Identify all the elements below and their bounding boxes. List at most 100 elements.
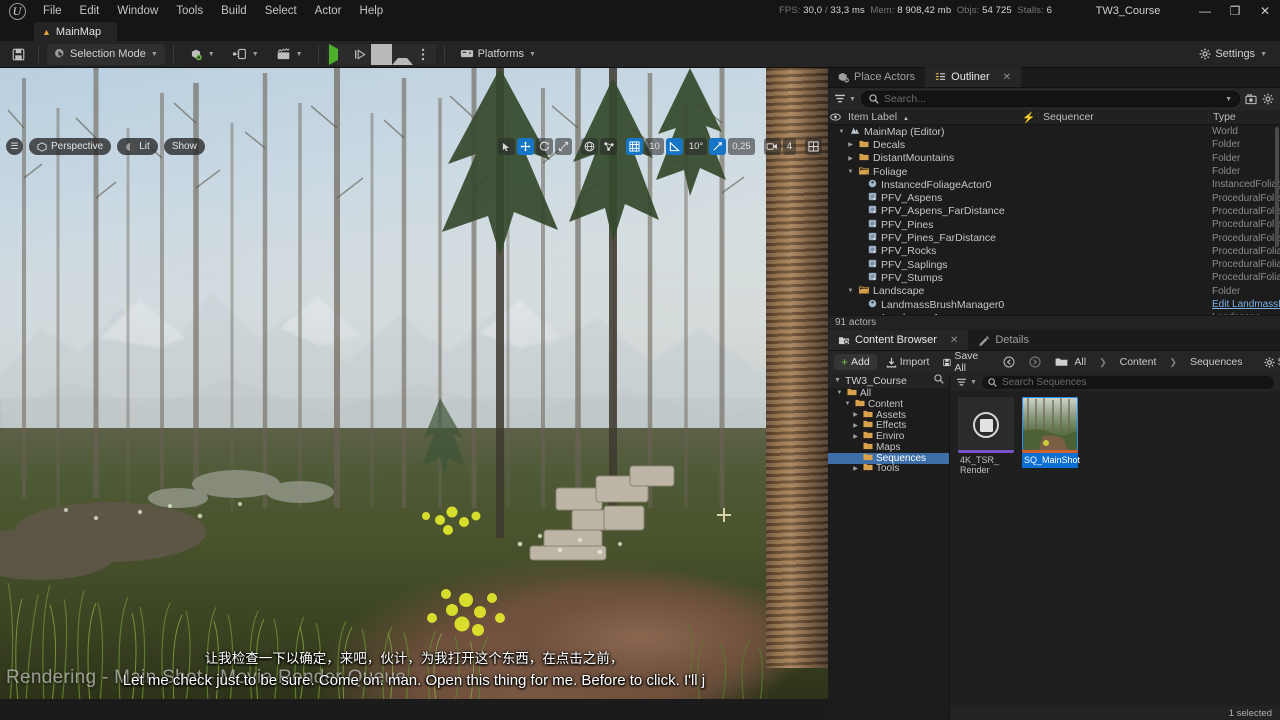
outliner-row[interactable]: InstancedFoliageActor0 InstancedFoliag [828, 178, 1280, 191]
save-all-button[interactable]: Save All [938, 350, 986, 374]
source-tree-item[interactable]: ▼ Content [828, 399, 949, 410]
chevron-down-icon[interactable]: ▼ [1225, 96, 1232, 103]
outliner-row[interactable]: PFV_Aspens_FarDistance ProceduralFolia [828, 205, 1280, 218]
move-tool-icon[interactable] [517, 138, 535, 155]
source-tree-item[interactable]: ▶ Assets [828, 410, 949, 421]
asset-filter-button[interactable]: ▼ [956, 378, 977, 387]
minimize-button[interactable]: — [1190, 0, 1220, 22]
save-button[interactable] [6, 44, 30, 65]
outliner-row[interactable]: PFV_Aspens ProceduralFolia [828, 191, 1280, 204]
outliner-row[interactable]: ▼ Foliage Folder [828, 165, 1280, 178]
stop-button[interactable] [370, 43, 392, 65]
source-tree-item[interactable]: ▶ Enviro [828, 431, 949, 442]
menu-build[interactable]: Build [212, 0, 256, 22]
view-perspective-button[interactable]: Perspective [29, 138, 112, 155]
skip-button[interactable] [350, 44, 371, 65]
expander-icon[interactable]: ▼ [837, 129, 846, 135]
sources-search-icon[interactable] [934, 374, 944, 387]
quick-add-button[interactable]: ▼ [182, 44, 222, 65]
expander-icon[interactable]: ▶ [846, 141, 855, 148]
outliner-row[interactable]: ▶ DistantMountains Folder [828, 152, 1280, 165]
add-button[interactable]: + Add [834, 354, 877, 370]
selection-mode-button[interactable]: Selection Mode ▼ [47, 43, 165, 65]
tab-place-actors[interactable]: Place Actors [828, 67, 925, 87]
menu-help[interactable]: Help [351, 0, 393, 22]
viewport-layout-icon[interactable] [805, 138, 822, 155]
asset-tile[interactable]: SQ_MainShot [1022, 397, 1080, 468]
tab-outliner[interactable]: Outliner ✕ [925, 67, 1022, 87]
play-options-button[interactable] [413, 44, 434, 65]
outliner-scrollbar[interactable] [1275, 127, 1279, 247]
breadcrumb-content[interactable]: Content [1112, 354, 1165, 370]
outliner-row[interactable]: LandmassBrushManager0 Edit LandmassB [828, 298, 1280, 311]
visibility-eye-icon[interactable] [828, 113, 842, 121]
outliner-row-type[interactable]: Edit LandmassB [1208, 299, 1280, 310]
source-tree-item[interactable]: ▼ All [828, 388, 949, 399]
outliner-settings-icon[interactable] [1262, 93, 1274, 105]
camera-speed-icon[interactable] [763, 138, 781, 155]
close-icon[interactable]: ✕ [1003, 72, 1011, 83]
expander-icon[interactable]: ▶ [851, 411, 860, 418]
coordinate-system-icon[interactable] [581, 138, 599, 155]
outliner-row[interactable]: PFV_Stumps ProceduralFolia [828, 271, 1280, 284]
content-browser-settings-button[interactable]: Settings [1259, 354, 1280, 370]
outliner-row[interactable]: ▼ Landscape Folder [828, 285, 1280, 298]
outliner-row[interactable]: ▶ Decals Folder [828, 138, 1280, 151]
blueprints-button[interactable]: ▼ [225, 44, 266, 65]
asset-search-input[interactable]: Search Sequences [981, 375, 1274, 389]
navigate-forward-button[interactable] [1024, 354, 1046, 370]
asset-tile-grid[interactable]: 4K_TSR_ Render SQ_MainShot [950, 391, 1280, 706]
source-tree-item[interactable]: ▶ Effects [828, 420, 949, 431]
menu-select[interactable]: Select [256, 0, 306, 22]
scale-tool-icon[interactable] [555, 138, 573, 155]
show-flags-button[interactable]: Show [163, 138, 205, 155]
outliner-row[interactable]: PFV_Pines ProceduralFolia [828, 218, 1280, 231]
close-icon[interactable]: ✕ [950, 335, 958, 346]
expander-icon[interactable]: ▶ [846, 155, 855, 162]
camera-speed-value[interactable]: 4 [782, 138, 796, 155]
angle-snap-value[interactable]: 10° [684, 138, 708, 155]
expander-icon[interactable]: ▶ [851, 465, 860, 472]
column-item-label[interactable]: Item Label ▲ [842, 111, 1019, 123]
outliner-search-input[interactable]: Search... ▼ [860, 91, 1240, 107]
view-mode-lit-button[interactable]: Lit [117, 138, 158, 155]
breadcrumb-sequences[interactable]: Sequences [1182, 354, 1251, 370]
menu-edit[interactable]: Edit [71, 0, 109, 22]
expander-icon[interactable]: ▼ [835, 390, 844, 396]
surface-snapping-icon[interactable] [600, 138, 618, 155]
platforms-button[interactable]: Platforms ▼ [453, 44, 543, 65]
source-tree-item[interactable]: ▶ Tools [828, 463, 949, 474]
expander-icon[interactable]: ▼ [846, 288, 855, 294]
navigate-back-button[interactable] [998, 354, 1020, 370]
column-type[interactable]: Type [1208, 111, 1280, 123]
expander-icon[interactable]: ▼ [846, 169, 855, 175]
outliner-row[interactable]: Landscape1 Landscape [828, 311, 1280, 315]
outliner-save-view-icon[interactable] [1245, 93, 1257, 105]
breadcrumb-all[interactable]: All [1050, 354, 1094, 370]
tab-details[interactable]: Details [968, 330, 1039, 350]
sources-header[interactable]: ▼ TW3_Course [828, 373, 949, 388]
close-button[interactable]: ✕ [1250, 0, 1280, 22]
outliner-row[interactable]: PFV_Saplings ProceduralFolia [828, 258, 1280, 271]
menu-actor[interactable]: Actor [306, 0, 351, 22]
grid-snap-icon[interactable] [626, 138, 644, 155]
rotate-tool-icon[interactable] [536, 138, 554, 155]
menu-file[interactable]: File [34, 0, 71, 22]
asset-tile[interactable]: 4K_TSR_ Render [958, 397, 1014, 478]
unreal-logo-icon[interactable]: U [0, 0, 34, 22]
viewport-menu-icon[interactable]: ☰ [6, 138, 23, 155]
expander-icon[interactable]: ▶ [851, 433, 860, 440]
expander-icon[interactable]: ▶ [851, 422, 860, 429]
source-tree-item[interactable]: Sequences [828, 453, 949, 464]
tab-mainmap[interactable]: ▲ MainMap [34, 22, 118, 41]
select-tool-icon[interactable] [498, 138, 516, 155]
play-button[interactable] [328, 43, 350, 65]
level-viewport[interactable]: ☰ Perspective Lit Show 10 10° 0,25 4 Ren… [0, 68, 828, 699]
source-tree-item[interactable]: Maps [828, 442, 949, 453]
tab-content-browser[interactable]: Content Browser ✕ [828, 330, 969, 350]
expander-icon[interactable]: ▼ [843, 401, 852, 407]
outliner-row[interactable]: ▼ MainMap (Editor) World [828, 125, 1280, 138]
outliner-filter-button[interactable]: ▼ [834, 94, 856, 104]
scale-snap-icon[interactable] [709, 138, 727, 155]
outliner-row[interactable]: PFV_Pines_FarDistance ProceduralFolia [828, 231, 1280, 244]
